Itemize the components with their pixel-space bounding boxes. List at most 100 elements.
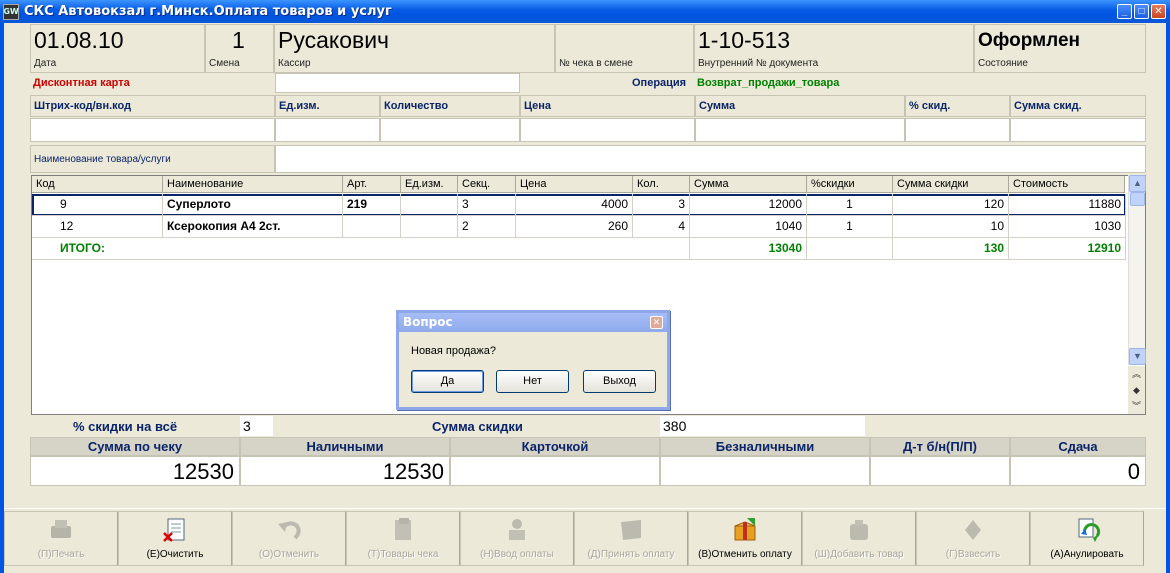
dialog-message: Новая продажа? (411, 345, 496, 357)
state-value: Оформлен (978, 30, 1081, 51)
discount-card-input[interactable] (275, 73, 520, 93)
maximize-button[interactable]: □ (1134, 4, 1149, 19)
weigh-button[interactable]: (Г)Взвесить (916, 511, 1030, 566)
dt-value[interactable] (870, 456, 1010, 486)
discount-all-input[interactable]: 3 (240, 416, 273, 436)
shift-value: 1 (232, 27, 245, 53)
cash-header: Наличными (240, 437, 450, 456)
operation-value: Возврат_продажи_товара (697, 77, 840, 89)
row-art (343, 216, 401, 238)
col-disc-sum[interactable]: Сумма скидки (893, 176, 1009, 193)
doc-number-cell: 1-10-513 Внутренний № документа (694, 24, 974, 73)
no-button[interactable]: Нет (496, 370, 569, 393)
col-art[interactable]: Арт. (343, 176, 401, 193)
dt-header: Д-т б/н(П/П) (870, 437, 1010, 456)
total-row: ИТОГО: 13040 130 12910 (32, 238, 1126, 260)
check-goods-icon (395, 518, 411, 540)
col-unit[interactable]: Ед.изм. (401, 176, 458, 193)
discount-sum-input[interactable] (1010, 118, 1146, 142)
price-input[interactable] (520, 118, 695, 142)
col-code[interactable]: Код (32, 176, 163, 193)
accept-payment-label: (Д)Принять оплату (587, 549, 675, 560)
date-value: 01.08.10 (34, 27, 124, 53)
cashier-label: Кассир (278, 58, 311, 69)
close-button[interactable]: ✕ (1151, 4, 1166, 19)
shift-label: Смена (209, 58, 240, 69)
col-section[interactable]: Секц. (458, 176, 516, 193)
row-cost: 11880 (1009, 194, 1126, 216)
table-row[interactable]: 12 Ксерокопия А4 2ст. 2 260 4 1040 1 10 … (32, 216, 1126, 238)
change-header: Сдача (1010, 437, 1146, 456)
discount-card-label: Дисконтная карта (33, 77, 130, 89)
nav-last-icon[interactable]: ︾ (1128, 398, 1145, 414)
date-cell: 01.08.10 Дата (30, 24, 205, 73)
weigh-label: (Г)Взвесить (945, 549, 1001, 560)
discount-all-label: % скидки на всё (73, 419, 178, 434)
scale-icon (965, 520, 981, 540)
total-sum: 13040 (690, 238, 807, 260)
cancel-button[interactable]: (O)Отменить (232, 511, 346, 566)
row-unit (401, 216, 458, 238)
col-cost[interactable]: Стоимость (1009, 176, 1125, 193)
payment-entry-icon (509, 519, 525, 540)
operation-label: Операция (632, 77, 687, 89)
accept-payment-button[interactable]: (Д)Принять оплату (574, 511, 688, 566)
yes-button[interactable]: Да (411, 370, 484, 393)
enter-payment-button[interactable]: (H)Ввод оплаты (460, 511, 574, 566)
add-goods-icon (850, 520, 868, 540)
exit-button[interactable]: Выход (583, 370, 656, 393)
dialog-close-icon[interactable]: ✕ (650, 316, 663, 329)
barcode-input[interactable] (30, 118, 275, 142)
check-sum-header: Сумма по чеку (30, 437, 240, 456)
row-navigator: ︽ ◆ ︾ (1128, 366, 1145, 414)
cancel-payment-label: (B)Отменить оплату (698, 549, 792, 560)
app-icon: GW (3, 3, 19, 20)
clear-button[interactable]: (E)Очистить (118, 511, 232, 566)
row-code: 9 (32, 194, 163, 216)
nav-current-icon[interactable]: ◆ (1128, 382, 1145, 398)
col-name[interactable]: Наименование (163, 176, 343, 193)
table-row[interactable]: 9 Суперлото 219 3 4000 3 12000 1 120 118… (32, 194, 1126, 216)
goods-button[interactable]: (T)Товары чека (346, 511, 460, 566)
title-bar: GW СКС Автовокзал г.Минск.Оплата товаров… (0, 0, 1170, 23)
print-button[interactable]: (П)Печать (4, 511, 118, 566)
row-cost: 1030 (1009, 216, 1126, 238)
item-name-input[interactable] (275, 145, 1146, 173)
total-label: ИТОГО: (32, 238, 690, 260)
action-toolbar: (П)Печать (E)Очистить (O)Отменить (T)Тов… (4, 508, 1166, 568)
discount-sum-value: 380 (660, 416, 865, 436)
card-value[interactable] (450, 456, 660, 486)
table-scrollbar[interactable]: ▲ ▼ (1128, 175, 1146, 365)
discount-pct-input[interactable] (905, 118, 1010, 142)
row-disc-pct: 1 (807, 216, 893, 238)
row-price: 260 (516, 216, 633, 238)
col-price[interactable]: Цена (516, 176, 633, 193)
col-sum[interactable]: Сумма (690, 176, 807, 193)
cash-value[interactable]: 12530 (240, 456, 450, 486)
unit-input[interactable] (275, 118, 380, 142)
sum-input[interactable] (695, 118, 905, 142)
minimize-button[interactable]: _ (1117, 4, 1132, 19)
scroll-down-icon[interactable]: ▼ (1129, 348, 1146, 365)
nav-first-icon[interactable]: ︽ (1128, 366, 1145, 382)
cancel-payment-button[interactable]: (B)Отменить оплату (688, 511, 802, 566)
doc-number-value: 1-10-513 (698, 27, 791, 53)
noncash-header: Безналичными (660, 437, 870, 456)
noncash-value[interactable] (660, 456, 870, 486)
total-disc-sum: 130 (893, 238, 1009, 260)
annul-button[interactable]: (A)Анулировать (1030, 511, 1144, 566)
quantity-input[interactable] (380, 118, 520, 142)
row-sum: 12000 (690, 194, 807, 216)
shift-cell: 1 Смена (205, 24, 274, 73)
row-disc-sum: 10 (893, 216, 1009, 238)
window-title: СКС Автовокзал г.Минск.Оплата товаров и … (24, 4, 392, 19)
scroll-thumb[interactable] (1130, 192, 1145, 206)
card-header: Карточкой (450, 437, 660, 456)
cancel-payment-box-icon (734, 518, 756, 541)
row-section: 3 (458, 194, 516, 216)
add-goods-button[interactable]: (Ш)Добавить товар (802, 511, 916, 566)
clear-document-icon (163, 518, 185, 542)
col-disc-pct[interactable]: %скидки (807, 176, 893, 193)
scroll-up-icon[interactable]: ▲ (1129, 175, 1146, 192)
col-qty[interactable]: Кол. (633, 176, 690, 193)
